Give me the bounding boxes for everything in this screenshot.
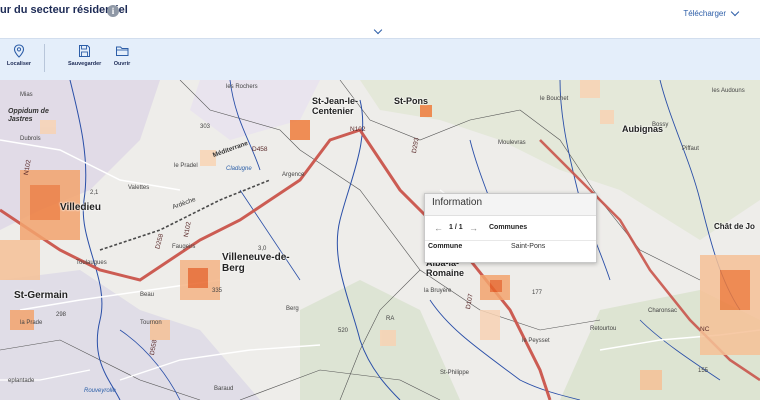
road-label: N102 (350, 126, 366, 133)
toolbar-collapse-button[interactable] (370, 25, 386, 38)
elevation-label: 303 (200, 124, 211, 130)
map-town-label: St-Jean-le-Centenier (312, 96, 359, 116)
map-label: le Pradel (174, 163, 198, 169)
toolbar-divider (44, 44, 45, 72)
chevron-down-icon (730, 7, 740, 17)
map-town-label: St-Pons (394, 96, 429, 106)
locate-button[interactable]: Localiser (6, 44, 32, 67)
app-header: ur du secteur résidentiel i Télécharger (0, 0, 760, 28)
map-label: St-Philippe (440, 370, 470, 376)
elevation-label: 298 (56, 312, 67, 318)
map-label: Rouveyrolle (84, 388, 116, 394)
info-icon[interactable]: i (107, 5, 119, 17)
elevation-label: 335 (212, 288, 223, 294)
map-label: eplantade (8, 378, 35, 384)
save-label: Sauvegarder (68, 61, 102, 67)
save-icon (78, 45, 90, 57)
location-pin-icon (13, 44, 25, 58)
chevron-down-icon (373, 25, 383, 35)
map-label: Charonsac (648, 308, 678, 314)
map-label: Retourtou (590, 326, 617, 332)
map-label: la Bruyère (424, 288, 452, 294)
open-button[interactable]: Ouvrir (112, 44, 132, 67)
elevation-label: 177 (532, 290, 543, 296)
popup-title: Information (425, 194, 596, 216)
map-label: RA (386, 316, 395, 322)
map-toolbar: Localiser Sauvegarder Ouvrir (0, 38, 760, 81)
map-town-label: Chât de Jo (714, 222, 755, 231)
map-label: la Prade (20, 320, 43, 326)
map-label: Tournon (140, 320, 162, 326)
map-town-label: St-Germain (14, 290, 68, 301)
open-label: Ouvrir (113, 61, 131, 67)
map-label: Cladugne (226, 166, 252, 172)
download-label: Télécharger (683, 9, 726, 18)
map-town-label: Villeneuve-de-Berg (222, 252, 290, 274)
elevation-label: 3,0 (258, 246, 267, 252)
map-town-label: Villedieu (60, 202, 101, 213)
arrow-left-icon[interactable]: ← (434, 223, 443, 233)
popup-layer-name: Communes (489, 224, 528, 231)
elevation-label: 2,1 (90, 190, 99, 196)
map-label: Oppidum de Jastres (8, 108, 49, 123)
map-label: Beau (140, 292, 155, 298)
map-label: Berg (286, 306, 299, 312)
popup-attribute-row: Commune Saint-Pons (425, 242, 596, 256)
elevation-label: 155 (698, 368, 709, 374)
arrow-right-icon[interactable]: → (469, 223, 478, 233)
map-label: Faugeirs (172, 244, 196, 250)
map-label: le Peysset (522, 338, 550, 344)
map-label: Dubrols (20, 136, 41, 142)
download-dropdown[interactable]: Télécharger (683, 7, 740, 18)
road-label: D458 (252, 146, 268, 153)
map-label: Baraud (214, 386, 234, 392)
map-label: Piffaut (682, 146, 699, 152)
map-label: Valettes (128, 185, 150, 191)
map-label: le Bouchet (540, 96, 569, 102)
attribute-key: Commune (428, 243, 463, 250)
map-label: Bossy (652, 122, 669, 128)
locate-label: Localiser (6, 61, 32, 67)
map-canvas[interactable]: Mias Oppidum de Jastres Dubrols Villedie… (0, 80, 760, 400)
map-label: Moulevras (498, 140, 526, 146)
elevation-label: 520 (338, 328, 349, 334)
road-label: NC (700, 326, 710, 333)
save-button[interactable]: Sauvegarder (68, 44, 102, 67)
popup-pager: ← 1 / 1 → Communes (425, 218, 596, 241)
map-label: Argence (282, 172, 305, 178)
attribute-value: Saint-Pons (511, 243, 546, 250)
map-label: les Rochers (226, 84, 258, 90)
map-label: Toulaugues (76, 260, 107, 266)
folder-icon (115, 46, 128, 56)
feature-info-popup: Information ← 1 / 1 → Communes Commune S… (424, 193, 597, 263)
map-label: Mias (20, 92, 33, 98)
map-label: les Audouns (712, 88, 745, 94)
popup-counter: 1 / 1 (449, 224, 463, 231)
